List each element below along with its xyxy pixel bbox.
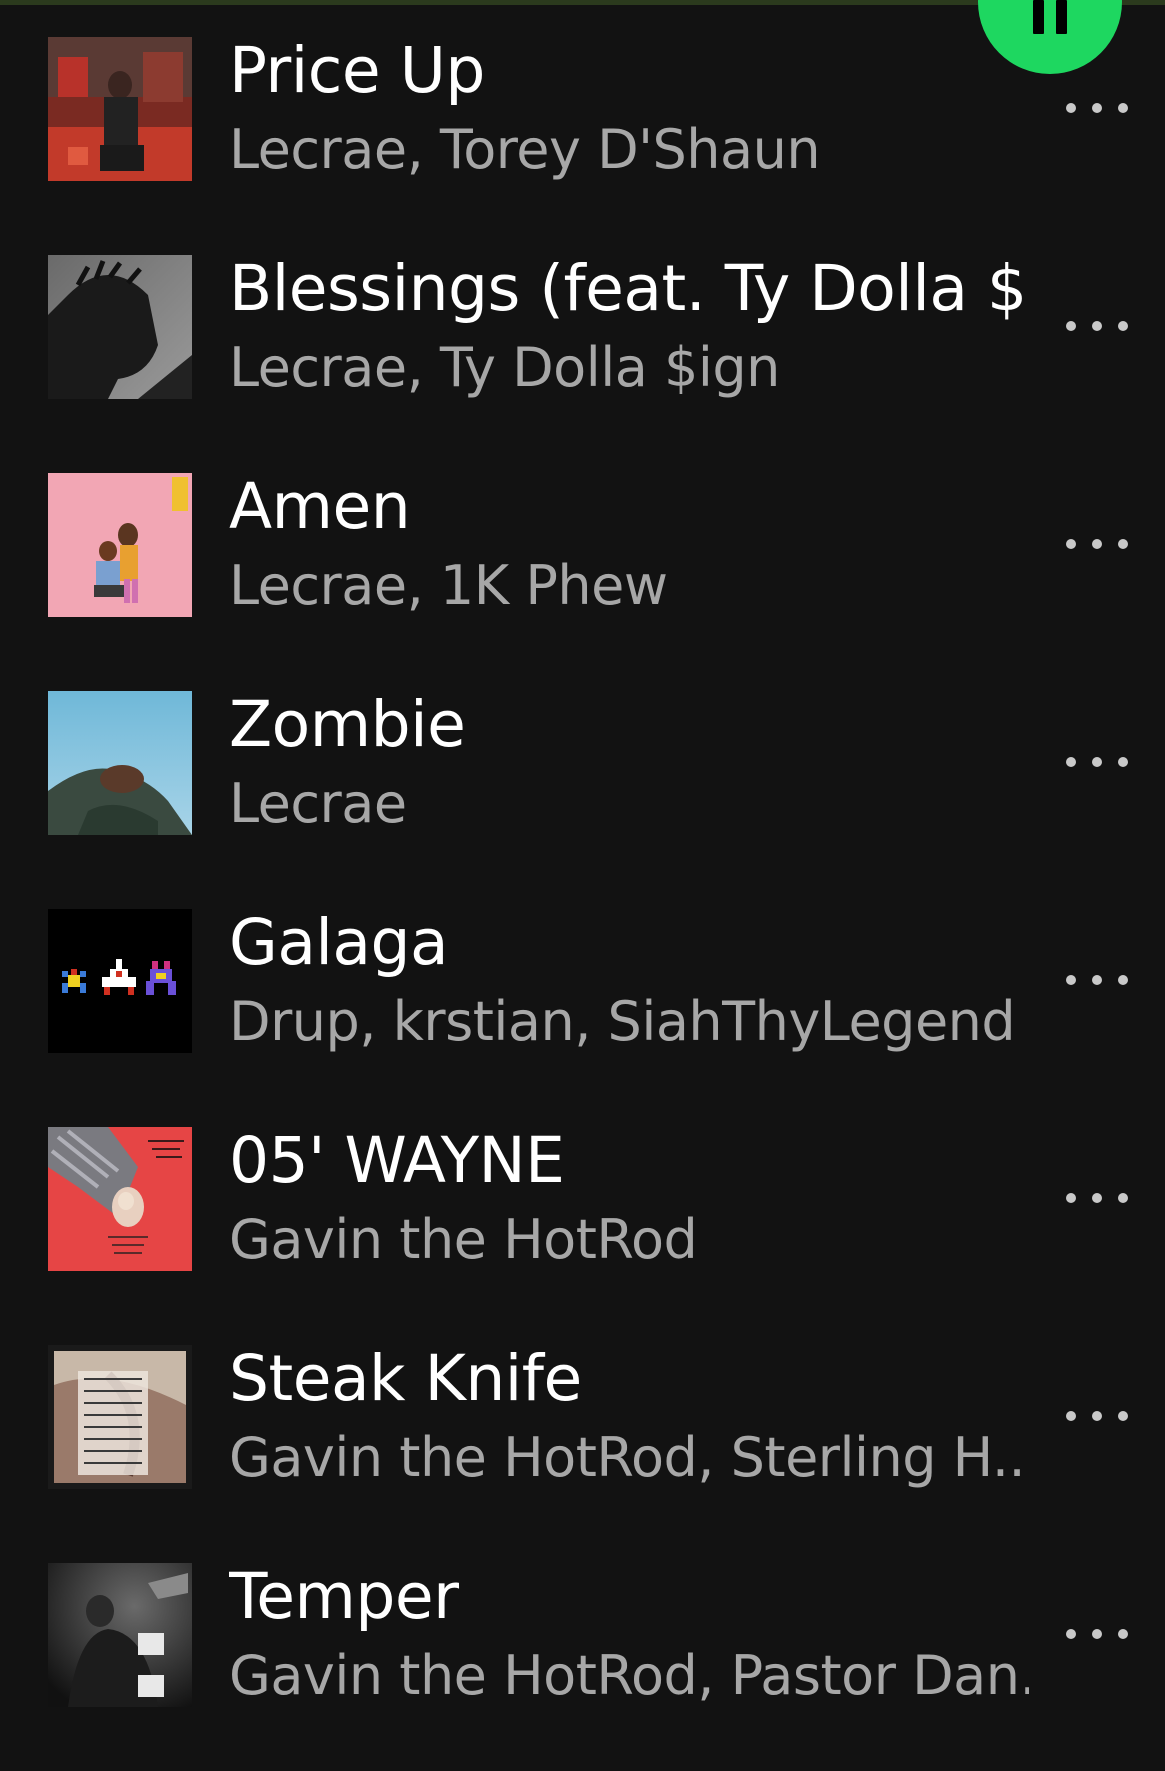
album-cover	[48, 255, 192, 399]
more-options-icon[interactable]	[1066, 522, 1128, 566]
album-cover	[48, 37, 192, 181]
album-cover	[48, 1127, 192, 1271]
album-cover	[48, 909, 192, 1053]
album-art-image	[48, 691, 192, 835]
track-title: 05' WAYNE	[229, 1124, 565, 1197]
album-cover	[48, 1563, 192, 1707]
track-row[interactable]: Steak Knife Gavin the HotRod, Sterling H…	[0, 1308, 1165, 1526]
track-artists: Lecrae, Torey D'Shaun	[229, 118, 821, 181]
track-artists: Gavin the HotRod, Pastor Dan...	[229, 1644, 1029, 1707]
track-row[interactable]: Temper Gavin the HotRod, Pastor Dan...	[0, 1526, 1165, 1744]
track-title: Galaga	[229, 906, 449, 979]
track-row[interactable]: Blessings (feat. Ty Dolla $... Lecrae, T…	[0, 218, 1165, 436]
album-art-image	[48, 1127, 192, 1271]
track-row[interactable]: Galaga Drup, krstian, SiahThyLegend	[0, 872, 1165, 1090]
track-artists: Lecrae, Ty Dolla $ign	[229, 336, 780, 399]
album-cover	[48, 1345, 192, 1489]
more-options-icon[interactable]	[1066, 304, 1128, 348]
track-artists: Gavin the HotRod, Sterling H...	[229, 1426, 1029, 1489]
album-cover	[48, 691, 192, 835]
track-row[interactable]: Zombie Lecrae	[0, 654, 1165, 872]
track-row[interactable]: Amen Lecrae, 1K Phew	[0, 436, 1165, 654]
more-options-icon[interactable]	[1066, 958, 1128, 1002]
album-art-image	[48, 473, 192, 617]
track-title: Amen	[229, 470, 411, 543]
more-options-icon[interactable]	[1066, 86, 1128, 130]
album-cover	[48, 473, 192, 617]
more-options-icon[interactable]	[1066, 1612, 1128, 1656]
track-title: Price Up	[229, 34, 485, 107]
track-title: Temper	[229, 1560, 459, 1633]
track-artists: Drup, krstian, SiahThyLegend	[229, 990, 1016, 1053]
album-art-image	[48, 909, 192, 1053]
more-options-icon[interactable]	[1066, 740, 1128, 784]
album-art-image	[48, 255, 192, 399]
track-title: Zombie	[229, 688, 466, 761]
album-art-image	[48, 1563, 192, 1707]
track-title: Steak Knife	[229, 1342, 582, 1415]
track-artists: Lecrae, 1K Phew	[229, 554, 668, 617]
album-art-image	[48, 37, 192, 181]
track-row[interactable]: 05' WAYNE Gavin the HotRod	[0, 1090, 1165, 1308]
more-options-icon[interactable]	[1066, 1394, 1128, 1438]
track-artists: Lecrae	[229, 772, 407, 835]
track-artists: Gavin the HotRod	[229, 1208, 698, 1271]
more-options-icon[interactable]	[1066, 1176, 1128, 1220]
track-title: Blessings (feat. Ty Dolla $...	[229, 252, 1029, 325]
album-art-image	[48, 1345, 192, 1489]
pause-icon	[1033, 0, 1067, 34]
